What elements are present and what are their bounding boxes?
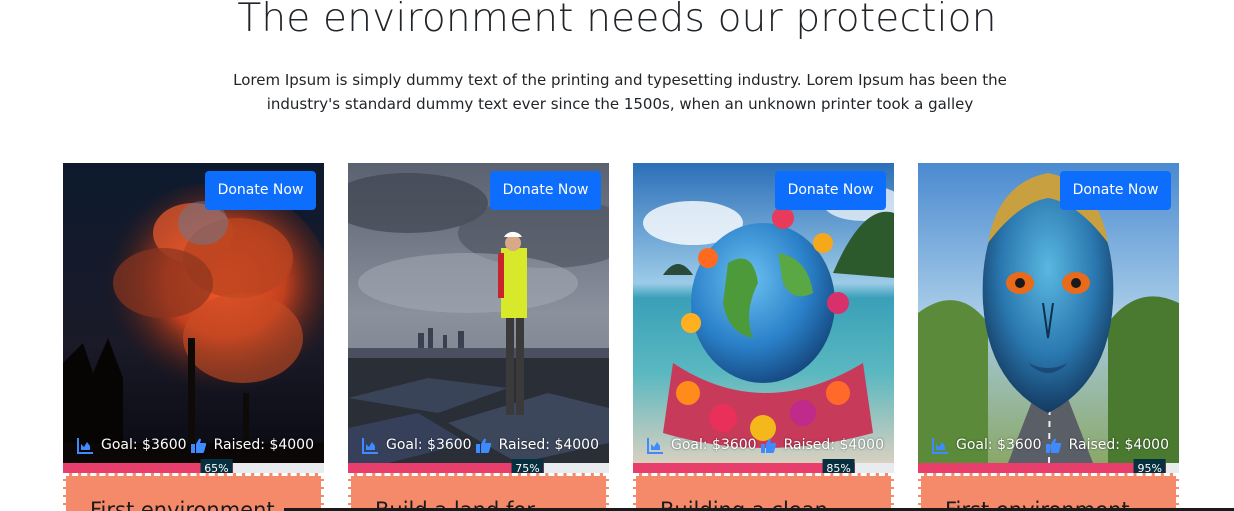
cause-image-solar: Donate Now Goal: $3600 Raised: $4000 [348,163,609,463]
progress-bar: 65% [63,459,324,479]
cause-card: Donate Now Goal: $3600 Raised: $4000 65%… [63,163,324,511]
thumbs-up-icon [190,438,206,453]
goal-label: Goal: $3600 [671,437,757,453]
raised-stat: Raised: $4000 [1045,437,1169,454]
raised-label: Raised: $4000 [1068,437,1169,453]
progress-bar: 95% [918,459,1179,479]
donate-now-button[interactable]: Donate Now [490,171,601,210]
thumbs-up-icon [1045,438,1061,453]
card-stats: Goal: $3600 Raised: $4000 [77,435,314,455]
donate-now-button[interactable]: Donate Now [1060,171,1171,210]
card-stats: Goal: $3600 Raised: $4000 [932,435,1169,455]
progress-bar: 75% [348,459,609,479]
cause-card: Donate Now Goal: $3600 Raised: $4000 85%… [633,163,894,511]
goal-stat: Goal: $3600 [647,437,757,454]
cause-image-earth-flowers: Donate Now Goal: $3600 Raised: $4000 [633,163,894,463]
raised-stat: Raised: $4000 [190,437,314,454]
card-body: Build a land for [348,473,609,511]
progress-bar: 85% [633,459,894,479]
goal-label: Goal: $3600 [101,437,187,453]
raised-stat: Raised: $4000 [760,437,884,454]
card-stats: Goal: $3600 Raised: $4000 [647,435,884,455]
goal-stat: Goal: $3600 [77,437,187,454]
chart-area-icon [362,437,378,454]
goal-label: Goal: $3600 [386,437,472,453]
chart-area-icon [647,437,663,454]
thumbs-up-icon [760,438,776,453]
section-description: Lorem Ipsum is simply dummy text of the … [233,71,1007,113]
card-body: First environment [918,473,1179,511]
progress-fill [918,463,1166,473]
raised-label: Raised: $4000 [213,437,314,453]
donate-now-button[interactable]: Donate Now [775,171,886,210]
thumbs-up-icon [475,438,491,453]
goal-stat: Goal: $3600 [362,437,472,454]
raised-stat: Raised: $4000 [475,437,599,454]
card-body: First environment [63,473,324,511]
raised-label: Raised: $4000 [783,437,884,453]
cause-cards: Donate Now Goal: $3600 Raised: $4000 65%… [63,163,1179,511]
cause-image-blue-face: Donate Now Goal: $3600 Raised: $4000 [918,163,1179,463]
card-stats: Goal: $3600 Raised: $4000 [362,435,599,455]
donate-now-button[interactable]: Donate Now [205,171,316,210]
card-title[interactable]: First environment [90,498,275,511]
goal-label: Goal: $3600 [956,437,1042,453]
goal-stat: Goal: $3600 [932,437,1042,454]
cause-card: Donate Now Goal: $3600 Raised: $4000 95%… [918,163,1179,511]
cause-card: Donate Now Goal: $3600 Raised: $4000 75%… [348,163,609,511]
chart-area-icon [77,437,93,454]
cause-image-pollution: Donate Now Goal: $3600 Raised: $4000 [63,163,324,463]
section-title: The environment needs our protection [237,0,997,41]
card-body: Building a clean [633,473,894,511]
raised-label: Raised: $4000 [498,437,599,453]
chart-area-icon [932,437,948,454]
